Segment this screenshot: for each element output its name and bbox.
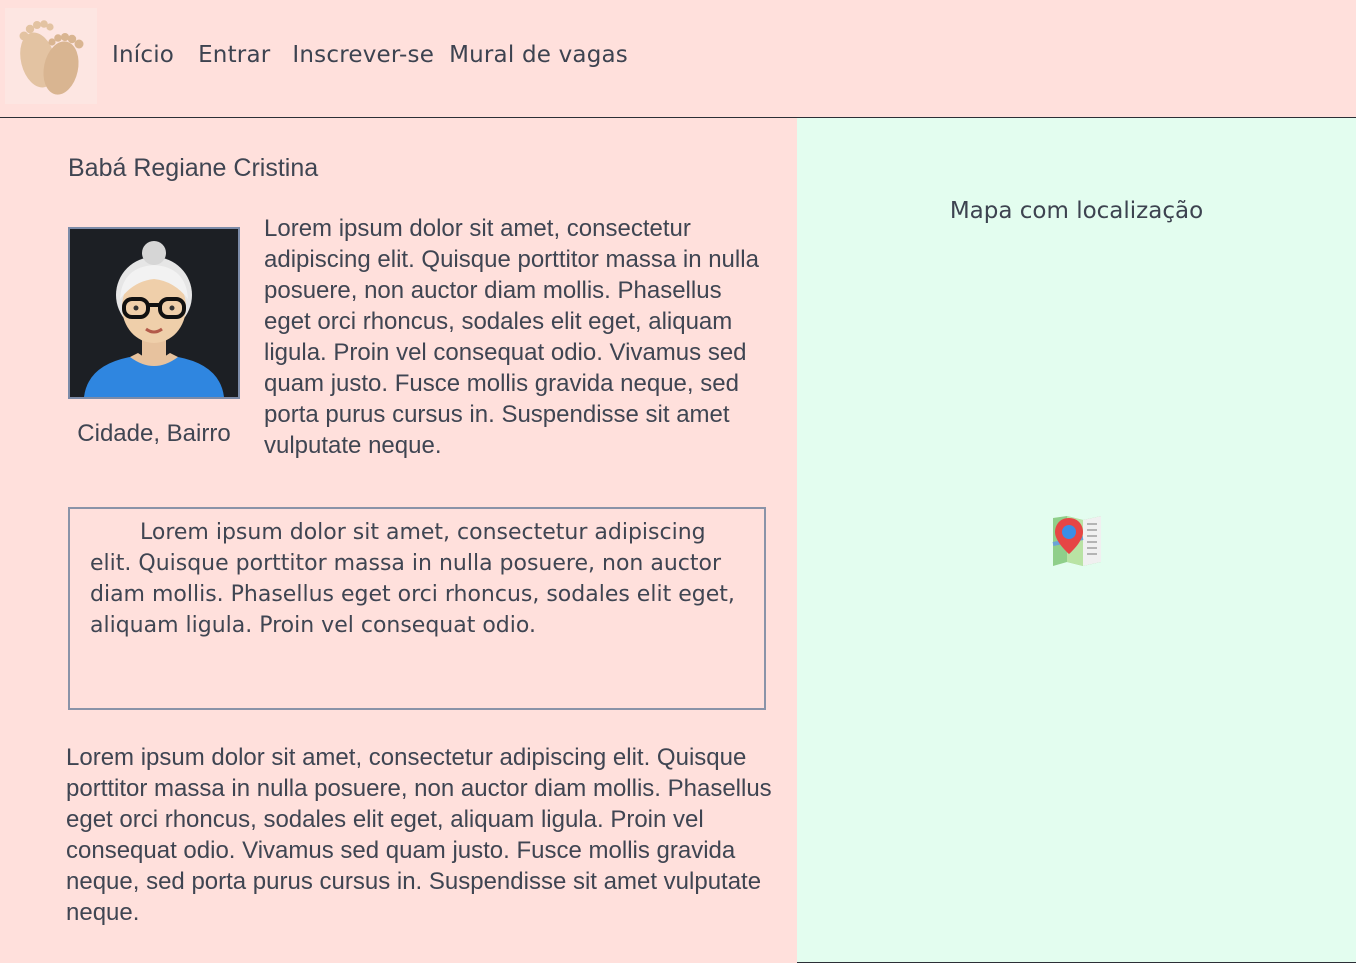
main-nav: Início Entrar Inscrever-se Mural de vaga… [112,42,628,68]
location-label: Cidade, Bairro [77,420,231,447]
map-title: Mapa com localização [949,198,1204,224]
highlight-box: Lorem ipsum dolor sit amet, consectetur … [68,507,766,710]
nav-link-inicio[interactable]: Início [112,42,174,68]
details-text: Lorem ipsum dolor sit amet, consectetur … [66,744,772,926]
grandmother-avatar-icon [68,227,240,399]
map-pin-icon[interactable] [1049,514,1105,568]
nav-link-inscrever-se[interactable]: Inscrever-se [292,42,434,68]
profile-name: Babá Regiane Cristina [68,154,319,182]
highlight-text: Lorem ipsum dolor sit amet, consectetur … [90,520,735,638]
baby-feet-icon[interactable] [5,8,97,104]
nav-link-mural-de-vagas[interactable]: Mural de vagas [449,42,628,68]
bio-text: Lorem ipsum dolor sit amet, consectetur … [264,215,759,459]
map-panel: Mapa com localização [797,118,1356,963]
site-header: Início Entrar Inscrever-se Mural de vaga… [0,0,1356,118]
profile-panel: Babá Regiane Cristina Cidade, Bairro Lor… [0,118,797,963]
nav-link-entrar[interactable]: Entrar [198,42,270,68]
